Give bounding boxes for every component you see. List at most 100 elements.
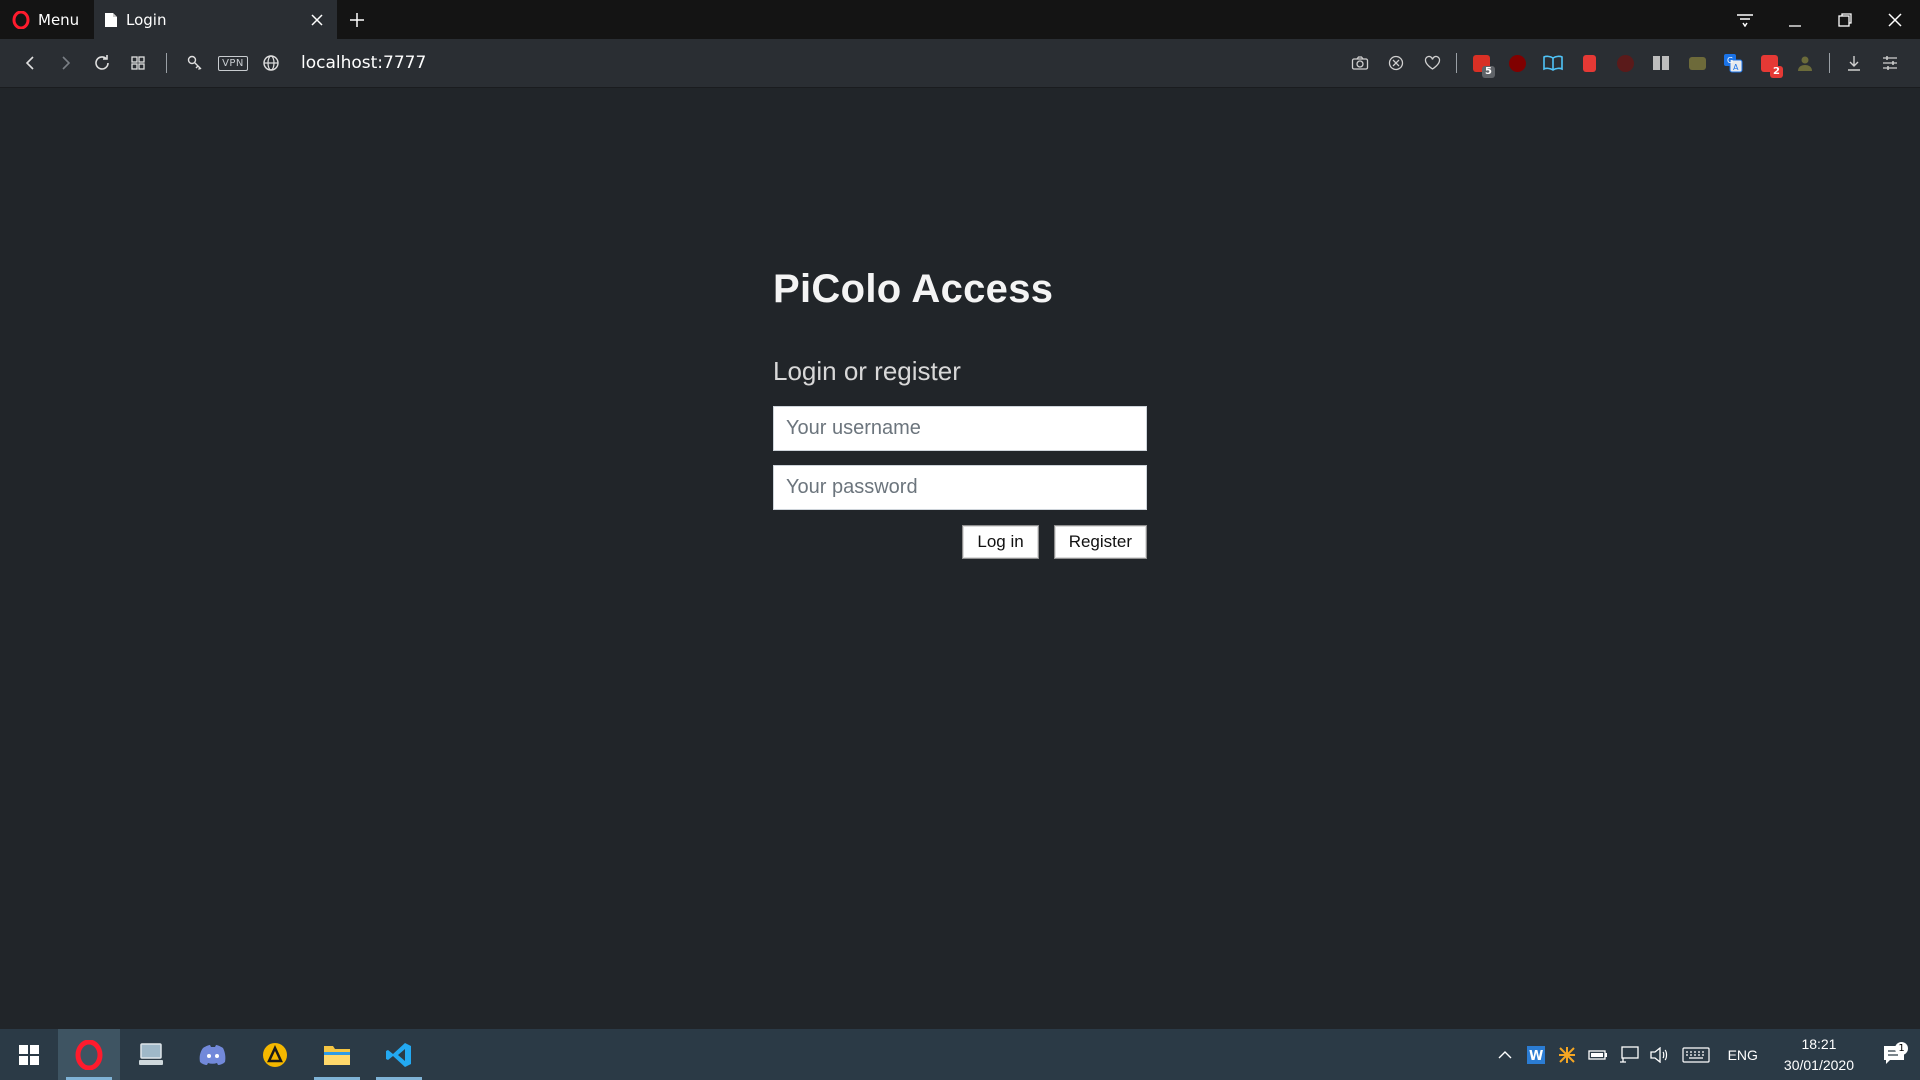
tray-hwinfo[interactable] — [1552, 1029, 1583, 1080]
taskbar-spacer — [430, 1029, 1490, 1080]
forward-arrow-icon — [59, 55, 73, 71]
action-center-button[interactable]: 1 — [1868, 1041, 1920, 1065]
file-explorer-icon — [323, 1043, 351, 1067]
password-input[interactable] — [773, 465, 1147, 510]
speed-dial-button[interactable] — [120, 45, 156, 81]
taskbar-file-explorer[interactable] — [306, 1029, 368, 1080]
login-button[interactable]: Log in — [962, 525, 1039, 559]
tab-login[interactable]: Login — [94, 0, 337, 39]
reload-button[interactable] — [84, 45, 120, 81]
svg-text:A: A — [1733, 63, 1739, 72]
speaker-icon — [1650, 1046, 1670, 1063]
extension-chat[interactable] — [1679, 45, 1715, 81]
toolbar-divider — [166, 53, 167, 73]
tray-touch-keyboard[interactable] — [1676, 1029, 1716, 1080]
discord-icon — [199, 1044, 227, 1066]
chevron-up-icon — [1498, 1050, 1512, 1060]
taskbar-vscode[interactable] — [368, 1029, 430, 1080]
tray-volume[interactable] — [1645, 1029, 1676, 1080]
forward-button[interactable] — [48, 45, 84, 81]
clock-time: 18:21 — [1801, 1035, 1837, 1052]
bookmark-red-icon — [1582, 54, 1596, 72]
downloads-button[interactable] — [1836, 45, 1872, 81]
new-tab-button[interactable] — [337, 0, 377, 39]
keyboard-icon — [1681, 1046, 1710, 1063]
download-icon — [1846, 55, 1862, 71]
extension-book[interactable] — [1643, 45, 1679, 81]
restore-icon — [1837, 12, 1853, 28]
svg-text:W: W — [1529, 1049, 1543, 1064]
restore-button[interactable] — [1820, 0, 1870, 39]
tray-word[interactable]: W — [1521, 1029, 1552, 1080]
translate-icon: GA — [1723, 53, 1743, 73]
extension-todo[interactable]: 2 — [1751, 45, 1787, 81]
security-button[interactable] — [177, 45, 213, 81]
system-tray: W ENG 18:21 30/01/2020 1 — [1490, 1029, 1920, 1080]
opera-browser-icon — [74, 1039, 104, 1070]
adblock-button[interactable] — [1378, 45, 1414, 81]
taskbar-remote-desktop[interactable] — [120, 1029, 182, 1080]
register-button[interactable]: Register — [1053, 525, 1147, 559]
menu-label: Menu — [38, 10, 80, 29]
taskbar-arch-app[interactable] — [244, 1029, 306, 1080]
opera-menu-button[interactable]: Menu — [0, 0, 94, 39]
taskbar-opera[interactable] — [58, 1029, 120, 1080]
extension-bookmark[interactable] — [1571, 45, 1607, 81]
site-info-button[interactable] — [253, 45, 289, 81]
extension-profile[interactable] — [1787, 45, 1823, 81]
arch-app-icon — [262, 1042, 288, 1068]
grid-icon — [130, 55, 146, 71]
vscode-icon — [385, 1041, 413, 1069]
clock[interactable]: 18:21 30/01/2020 — [1770, 1034, 1868, 1076]
plus-icon — [349, 12, 365, 28]
window-controls — [1720, 0, 1920, 39]
tray-network[interactable] — [1614, 1029, 1645, 1080]
downloads-divider — [1829, 53, 1830, 73]
clock-date: 30/01/2020 — [1783, 1056, 1854, 1073]
extension-reader[interactable] — [1535, 45, 1571, 81]
close-window-icon — [1887, 12, 1903, 28]
form-actions: Log in Register — [773, 525, 1147, 559]
key-icon — [186, 54, 204, 72]
minimize-icon — [1787, 12, 1803, 28]
vpn-button[interactable]: VPN — [213, 45, 253, 81]
hardware-monitor-icon — [1558, 1046, 1576, 1064]
show-hidden-icons-button[interactable] — [1490, 1029, 1521, 1080]
login-form: PiColo Access Login or register Log in R… — [773, 267, 1147, 559]
minimize-button[interactable] — [1770, 0, 1820, 39]
tab-menu-button[interactable] — [1720, 0, 1770, 39]
profile-icon — [1796, 54, 1814, 72]
username-input[interactable] — [773, 406, 1147, 451]
close-window-button[interactable] — [1870, 0, 1920, 39]
notification-count: 1 — [1895, 1041, 1908, 1055]
globe-icon — [262, 54, 280, 72]
reader-icon — [1543, 55, 1563, 71]
tab-menu-icon — [1736, 13, 1754, 27]
back-button[interactable] — [12, 45, 48, 81]
language-indicator[interactable]: ENG — [1716, 1047, 1770, 1063]
tray-battery[interactable] — [1583, 1029, 1614, 1080]
extension-translate[interactable]: GA — [1715, 45, 1751, 81]
windows-logo-icon — [19, 1044, 39, 1065]
vpn-badge: VPN — [218, 55, 248, 71]
extension-ublock[interactable] — [1499, 45, 1535, 81]
page-title: PiColo Access — [773, 267, 1054, 311]
address-field[interactable]: localhost:7777 — [301, 53, 426, 73]
extension-mail[interactable]: 5 — [1463, 45, 1499, 81]
form-subtitle: Login or register — [773, 356, 961, 386]
snapshot-button[interactable] — [1342, 45, 1378, 81]
bookmark-page-button[interactable] — [1414, 45, 1450, 81]
camera-icon — [1351, 55, 1369, 71]
dark-reader-icon — [1616, 54, 1634, 72]
extensions-divider — [1456, 53, 1457, 73]
easy-setup-button[interactable] — [1872, 45, 1908, 81]
close-tab-icon[interactable] — [307, 10, 327, 30]
extension-dark-reader[interactable] — [1607, 45, 1643, 81]
mail-badge: 5 — [1482, 66, 1495, 78]
page-viewport: PiColo Access Login or register Log in R… — [0, 89, 1920, 1029]
reload-icon — [93, 54, 111, 72]
taskbar-discord[interactable] — [182, 1029, 244, 1080]
browser-titlebar: Menu Login — [0, 0, 1920, 39]
start-button[interactable] — [0, 1029, 58, 1080]
chat-icon — [1688, 56, 1706, 70]
